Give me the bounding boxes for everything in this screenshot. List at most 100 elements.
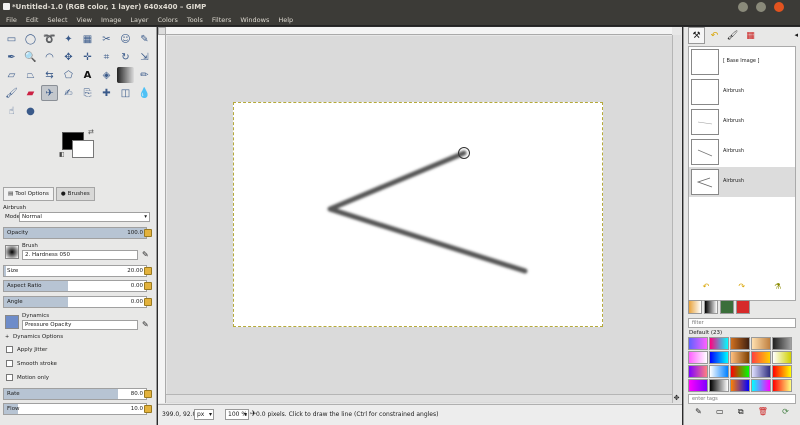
clear-history-icon[interactable]: ⚗ bbox=[774, 282, 781, 294]
brush-preview-icon[interactable] bbox=[5, 245, 19, 259]
scissors-tool-icon[interactable]: ✂ bbox=[98, 31, 115, 47]
ellipse-select-tool-icon[interactable]: ◯ bbox=[22, 31, 39, 47]
redo-icon[interactable]: ↷ bbox=[738, 282, 745, 294]
angle-slider[interactable]: Angle 0.00 bbox=[3, 296, 147, 308]
gradient-swatch[interactable] bbox=[730, 365, 750, 378]
shear-tool-icon[interactable]: ▱ bbox=[3, 67, 20, 83]
background-color-swatch[interactable] bbox=[72, 140, 94, 158]
reset-angle-icon[interactable] bbox=[144, 298, 152, 306]
menu-edit[interactable]: Edit bbox=[26, 16, 39, 24]
menu-filters[interactable]: Filters bbox=[212, 16, 231, 24]
undo-item[interactable]: Airbrush bbox=[689, 167, 795, 197]
rect-select-tool-icon[interactable]: ▭ bbox=[3, 31, 20, 47]
paintbrush-tool-icon[interactable]: 🖌 bbox=[3, 85, 20, 101]
opacity-slider[interactable]: Opacity 100.0 bbox=[3, 227, 147, 239]
smooth-stroke-checkbox[interactable] bbox=[6, 360, 13, 367]
dynamics-name-field[interactable]: Pressure Opacity bbox=[22, 320, 138, 330]
tab-tool-options-icon[interactable]: ⚒ bbox=[688, 27, 705, 44]
bucket-fill-tool-icon[interactable]: ◈ bbox=[98, 67, 115, 83]
menu-view[interactable]: View bbox=[77, 16, 92, 24]
canvas-viewport[interactable] bbox=[167, 36, 672, 403]
duplicate-gradient-icon[interactable]: ⧉ bbox=[738, 407, 744, 419]
zoom-tool-icon[interactable]: 🔍 bbox=[22, 49, 39, 65]
horizontal-ruler[interactable] bbox=[166, 27, 672, 35]
fuzzy-select-tool-icon[interactable]: ✦ bbox=[60, 31, 77, 47]
gradient-swatch[interactable] bbox=[709, 337, 729, 350]
gradient-swatch[interactable] bbox=[772, 365, 792, 378]
smudge-tool-icon[interactable]: ☝ bbox=[3, 103, 20, 119]
color-select-tool-icon[interactable]: ▦ bbox=[79, 31, 96, 47]
gradient-swatch[interactable] bbox=[730, 351, 750, 364]
paths-tool-icon[interactable]: ✎ bbox=[136, 31, 153, 47]
edit-dynamics-icon[interactable]: ✎ bbox=[142, 320, 149, 329]
menu-colors[interactable]: Colors bbox=[157, 16, 177, 24]
undo-item[interactable]: Airbrush bbox=[689, 77, 795, 107]
gradient-filter-input[interactable]: filter bbox=[688, 318, 796, 328]
gradient-swatch[interactable] bbox=[688, 379, 708, 392]
cage-tool-icon[interactable]: ⬠ bbox=[60, 67, 77, 83]
gradient-swatch[interactable] bbox=[751, 351, 771, 364]
move-tool-icon[interactable]: ✥ bbox=[60, 49, 77, 65]
menu-file[interactable]: File bbox=[6, 16, 17, 24]
gradient-swatch[interactable] bbox=[772, 337, 792, 350]
ink-tool-icon[interactable]: ✍ bbox=[60, 85, 77, 101]
horizontal-scrollbar[interactable] bbox=[166, 394, 672, 402]
rate-slider[interactable]: Rate 80.0 bbox=[3, 388, 147, 400]
free-select-tool-icon[interactable]: ➰ bbox=[41, 31, 58, 47]
measure-tool-icon[interactable]: ◠ bbox=[41, 49, 58, 65]
mode-dropdown[interactable]: Normal ▾ bbox=[19, 212, 150, 222]
reset-rate-icon[interactable] bbox=[144, 390, 152, 398]
menu-windows[interactable]: Windows bbox=[240, 16, 269, 24]
gradient-swatch[interactable] bbox=[751, 365, 771, 378]
undo-item[interactable]: Airbrush bbox=[689, 137, 795, 167]
color-picker-tool-icon[interactable]: ✒ bbox=[3, 49, 20, 65]
dynamics-options-expander[interactable]: + Dynamics Options bbox=[3, 334, 153, 342]
navigate-icon[interactable]: ✥ bbox=[672, 394, 681, 403]
gradient-swatch[interactable] bbox=[751, 379, 771, 392]
undo-item[interactable]: [ Base Image ] bbox=[689, 47, 795, 77]
tab-bw-gradient-icon[interactable] bbox=[704, 300, 718, 314]
minimize-button[interactable] bbox=[738, 2, 748, 12]
scale-tool-icon[interactable]: ⇲ bbox=[136, 49, 153, 65]
tab-undo-history-icon[interactable]: ↶ bbox=[706, 27, 723, 44]
motion-only-checkbox[interactable] bbox=[6, 374, 13, 381]
undo-icon[interactable]: ↶ bbox=[703, 282, 710, 294]
menu-image[interactable]: Image bbox=[101, 16, 121, 24]
perspective-clone-tool-icon[interactable]: ◫ bbox=[117, 85, 134, 101]
gradient-tags-input[interactable]: enter tags bbox=[688, 394, 796, 404]
image-canvas[interactable] bbox=[233, 102, 603, 327]
eraser-tool-icon[interactable]: ▰ bbox=[22, 85, 39, 101]
perspective-tool-icon[interactable]: ⏢ bbox=[22, 67, 39, 83]
undo-item[interactable]: Airbrush bbox=[689, 107, 795, 137]
pencil-tool-icon[interactable]: ✏ bbox=[136, 67, 153, 83]
dynamics-preview-icon[interactable] bbox=[5, 315, 19, 329]
gradient-swatch[interactable] bbox=[772, 379, 792, 392]
edit-brush-icon[interactable]: ✎ bbox=[142, 250, 149, 259]
flow-slider[interactable]: Flow 10.0 bbox=[3, 403, 147, 415]
reset-opacity-icon[interactable] bbox=[144, 229, 152, 237]
maximize-button[interactable] bbox=[756, 2, 766, 12]
apply-jitter-checkbox[interactable] bbox=[6, 346, 13, 353]
reset-aspect-ratio-icon[interactable] bbox=[144, 282, 152, 290]
edit-gradient-icon[interactable]: ✎ bbox=[695, 407, 702, 419]
menu-layer[interactable]: Layer bbox=[130, 16, 148, 24]
reset-colors-icon[interactable]: ◧ bbox=[59, 151, 65, 158]
dock-menu-icon[interactable]: ◂ bbox=[794, 31, 798, 39]
flip-tool-icon[interactable]: ⇆ bbox=[41, 67, 58, 83]
quick-mask-corner[interactable] bbox=[158, 27, 166, 35]
rotate-tool-icon[interactable]: ↻ bbox=[117, 49, 134, 65]
close-button[interactable] bbox=[774, 2, 784, 12]
crop-tool-icon[interactable]: ⌗ bbox=[98, 49, 115, 65]
unit-dropdown[interactable]: px ▾ bbox=[194, 409, 214, 420]
tab-fg-bg-gradient-icon[interactable] bbox=[688, 300, 702, 314]
gradient-swatch[interactable] bbox=[730, 337, 750, 350]
blur-tool-icon[interactable]: 💧 bbox=[136, 85, 153, 101]
zoom-dropdown[interactable]: 100 % ▾ bbox=[225, 409, 249, 420]
dodge-burn-tool-icon[interactable]: ● bbox=[22, 103, 39, 119]
brush-name-field[interactable]: 2. Hardness 050 bbox=[22, 250, 138, 260]
gradient-swatch[interactable] bbox=[751, 337, 771, 350]
menu-tools[interactable]: Tools bbox=[187, 16, 203, 24]
new-gradient-icon[interactable]: ▭ bbox=[716, 407, 724, 419]
gradient-swatch[interactable] bbox=[688, 365, 708, 378]
align-tool-icon[interactable]: ✛ bbox=[79, 49, 96, 65]
